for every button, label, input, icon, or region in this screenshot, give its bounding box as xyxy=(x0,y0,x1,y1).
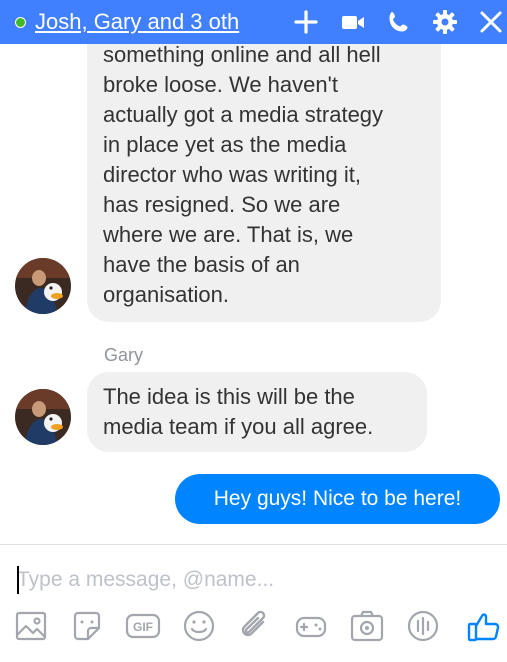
message-bubble-incoming: The idea is this will be the media team … xyxy=(87,372,427,452)
message-line: has resigned. So we are xyxy=(103,192,341,217)
chat-header: Josh, Gary and 3 oth xyxy=(0,0,507,44)
message-line: have the basis of an xyxy=(103,252,300,277)
emoji-icon[interactable] xyxy=(181,608,217,644)
message-line: director who was writing it, xyxy=(103,162,361,187)
sticker-icon[interactable] xyxy=(69,608,105,644)
conversation-title[interactable]: Josh, Gary and 3 oth xyxy=(35,7,269,37)
like-icon[interactable] xyxy=(466,608,502,644)
gear-icon[interactable] xyxy=(431,8,459,36)
message-bubble-incoming: something online and all hell broke loos… xyxy=(87,44,441,322)
gif-label: GIF xyxy=(133,620,153,634)
phone-icon[interactable] xyxy=(385,8,413,36)
message-line: actually got a media strategy xyxy=(103,102,384,127)
gif-icon[interactable]: GIF xyxy=(125,608,161,644)
online-status-dot xyxy=(15,17,26,28)
voice-clip-icon[interactable] xyxy=(405,608,441,644)
avatar[interactable] xyxy=(15,389,71,445)
message-line: something online and all hell xyxy=(103,44,381,67)
close-icon[interactable] xyxy=(477,8,505,36)
message-line: in place yet as the media xyxy=(103,132,347,157)
message-list[interactable]: something online and all hell broke loos… xyxy=(0,44,507,544)
composer-toolbar: GIF xyxy=(0,608,507,652)
message-input[interactable] xyxy=(17,562,497,598)
sender-name: Gary xyxy=(104,345,144,365)
video-call-icon[interactable] xyxy=(339,8,367,36)
message-line: where we are. That is, we xyxy=(103,222,354,247)
image-icon[interactable] xyxy=(13,608,49,644)
message-line: broke loose. We haven't xyxy=(103,72,338,97)
composer-divider xyxy=(0,544,507,545)
plus-icon[interactable] xyxy=(292,8,320,36)
camera-icon[interactable] xyxy=(349,608,385,644)
message-line: organisation. xyxy=(103,282,229,307)
avatar[interactable] xyxy=(15,258,71,314)
message-line: The idea is this will be the xyxy=(103,384,355,409)
game-icon[interactable] xyxy=(293,608,329,644)
message-bubble-outgoing: Hey guys! Nice to be here! xyxy=(175,474,500,524)
attachment-icon[interactable] xyxy=(237,608,273,644)
text-caret xyxy=(17,566,19,594)
message-line: media team if you all agree. xyxy=(103,414,374,439)
